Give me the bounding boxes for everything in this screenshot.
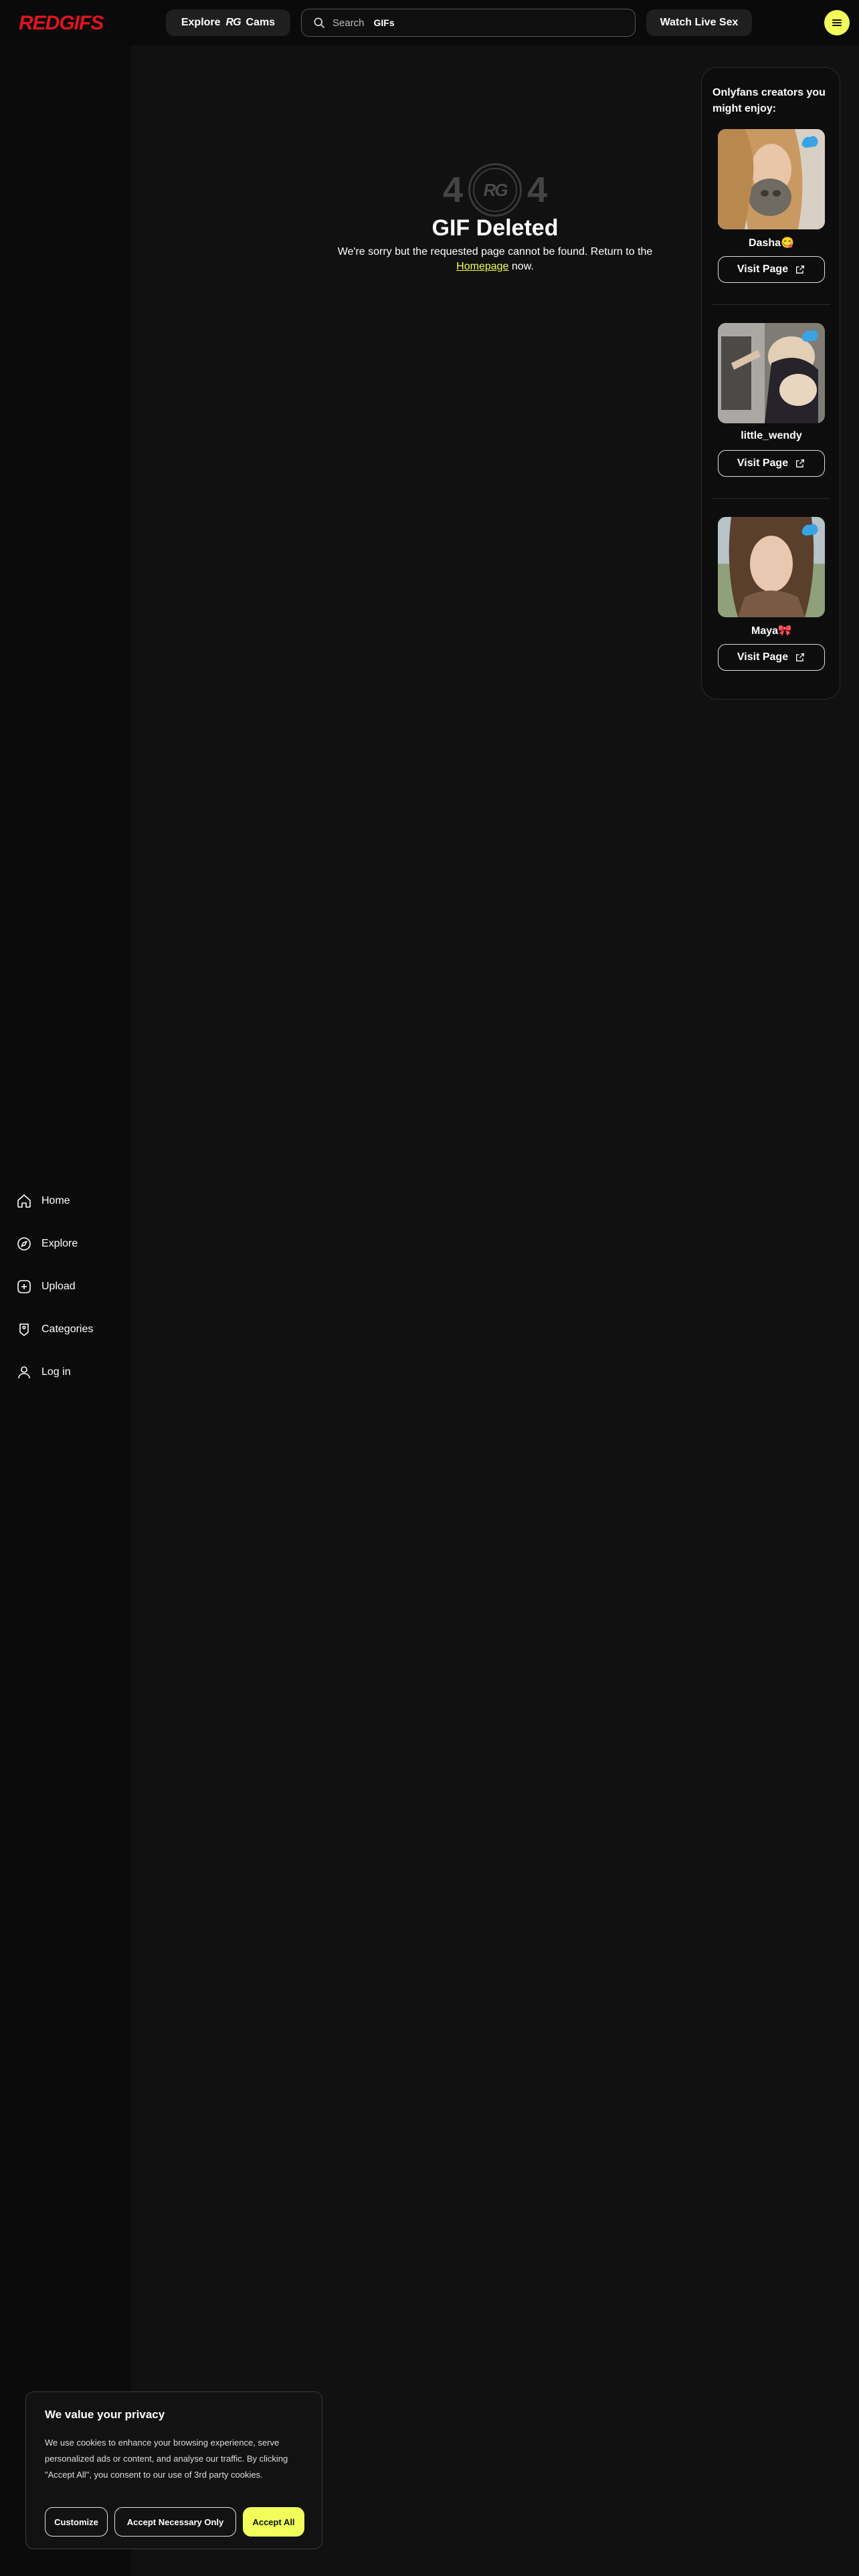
error-message-text: We're sorry but the requested page canno… bbox=[337, 246, 653, 257]
external-link-icon bbox=[796, 459, 805, 467]
page-title: GIF Deleted bbox=[432, 215, 559, 241]
sidebar-item-login[interactable]: Log in bbox=[16, 1363, 71, 1382]
watch-live-sex-button[interactable]: Watch Live Sex bbox=[646, 9, 752, 36]
search-icon bbox=[314, 17, 325, 29]
creator-name: Maya🎀 bbox=[751, 625, 791, 637]
sidebar-item-label: Explore bbox=[41, 1238, 78, 1249]
visit-page-button[interactable]: Visit Page bbox=[718, 644, 825, 671]
cams-label: Cams bbox=[246, 17, 276, 28]
sidebar-item-home[interactable]: Home bbox=[16, 1192, 70, 1210]
home-icon bbox=[17, 1194, 31, 1208]
visit-page-button[interactable]: Visit Page bbox=[718, 450, 825, 477]
sidebar-item-label: Upload bbox=[41, 1281, 76, 1292]
sidebar-item-label: Home bbox=[41, 1195, 70, 1206]
redgifs-logo[interactable]: REDGIFS bbox=[19, 12, 104, 35]
creators-panel: Onlyfans creators you might enjoy: Dasha… bbox=[701, 67, 840, 700]
divider bbox=[712, 498, 830, 499]
sidebar-item-label: Categories bbox=[41, 1323, 94, 1335]
explore-cams-button[interactable]: Explore RG Cams bbox=[166, 9, 290, 36]
sidebar-item-label: Log in bbox=[41, 1366, 71, 1378]
verified-badge-icon bbox=[801, 330, 818, 342]
visit-page-label: Visit Page bbox=[737, 457, 789, 469]
divider bbox=[712, 304, 830, 305]
error-message: We're sorry but the requested page canno… bbox=[328, 245, 662, 274]
cookie-consent-banner: We value your privacy We use cookies to … bbox=[25, 2391, 322, 2549]
verified-badge-icon bbox=[801, 524, 818, 536]
verified-badge-icon bbox=[801, 136, 818, 148]
cookie-text: We use cookies to enhance your browsing … bbox=[45, 2438, 288, 2480]
accept-all-button[interactable]: Accept All bbox=[243, 2507, 304, 2537]
accept-necessary-button[interactable]: Accept Necessary Only bbox=[114, 2507, 236, 2537]
top-header: REDGIFS Explore RG Cams Search GIFs Watc… bbox=[0, 0, 859, 45]
search-input[interactable]: Search GIFs bbox=[301, 9, 636, 37]
error-message-end: now. bbox=[511, 261, 534, 272]
external-link-icon bbox=[796, 653, 805, 661]
user-icon bbox=[18, 1366, 30, 1379]
left-sidebar: Home Explore Upload Categories Log in bbox=[0, 45, 131, 2576]
sidebar-item-categories[interactable]: Categories bbox=[16, 1320, 93, 1339]
tag-icon bbox=[19, 1323, 29, 1336]
sidebar-item-upload[interactable]: Upload bbox=[16, 1277, 76, 1296]
visit-page-button[interactable]: Visit Page bbox=[718, 256, 825, 283]
creator-name: Dasha😋 bbox=[749, 237, 794, 249]
explore-label: Explore bbox=[181, 17, 221, 28]
error-digit: 4 bbox=[527, 170, 548, 210]
error-404-graphic: 4 RG 4 bbox=[439, 163, 551, 217]
rg-circle-icon: RG bbox=[468, 163, 522, 217]
search-value: GIFs bbox=[373, 17, 395, 28]
visit-page-label: Visit Page bbox=[737, 263, 789, 275]
external-link-icon bbox=[796, 265, 805, 274]
rg-circle-mark: RG bbox=[473, 168, 517, 212]
creator-photo[interactable] bbox=[718, 323, 825, 423]
creator-photo[interactable] bbox=[718, 129, 825, 229]
sidebar-item-explore[interactable]: Explore bbox=[16, 1235, 78, 1253]
creator-name: little_wendy bbox=[741, 430, 802, 441]
compass-icon bbox=[17, 1237, 31, 1251]
creator-photo[interactable] bbox=[718, 517, 825, 617]
homepage-link[interactable]: Homepage bbox=[456, 261, 508, 272]
menu-button[interactable] bbox=[824, 10, 850, 35]
customize-button[interactable]: Customize bbox=[45, 2507, 108, 2537]
search-placeholder: Search bbox=[332, 17, 365, 29]
hamburger-icon bbox=[832, 19, 842, 26]
rg-logo-icon: RG bbox=[225, 17, 242, 28]
visit-page-label: Visit Page bbox=[737, 651, 789, 663]
error-digit: 4 bbox=[442, 170, 463, 210]
creators-title: Onlyfans creators you might enjoy: bbox=[712, 87, 826, 114]
cookie-title: We value your privacy bbox=[45, 2408, 165, 2421]
plus-square-icon bbox=[17, 1280, 31, 1293]
